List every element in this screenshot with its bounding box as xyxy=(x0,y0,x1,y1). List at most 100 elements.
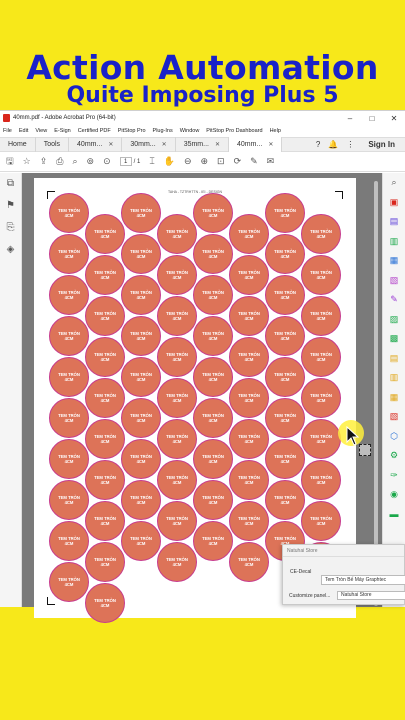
zoom-in-icon[interactable]: ⊕ xyxy=(200,156,208,167)
menu-view[interactable]: View xyxy=(35,128,47,134)
scan-ocr-icon[interactable]: ▩ xyxy=(383,329,405,349)
tab-home[interactable]: Home xyxy=(0,137,36,152)
print-icon[interactable]: ⎙ xyxy=(56,156,63,167)
round-sticker: TEM TRÒN 4CM xyxy=(121,234,161,274)
attachments-icon[interactable]: ⎘ xyxy=(0,217,21,239)
close-icon[interactable]: ✕ xyxy=(162,141,167,148)
tab-doc-1-label: 40mm... xyxy=(77,141,103,148)
tab-doc-4-label: 40mm... xyxy=(237,141,263,148)
search-icon[interactable]: ⌕ xyxy=(383,173,405,193)
round-sticker: TEM TRÒN 4CM xyxy=(193,234,233,274)
apps-icon[interactable]: ⋮ xyxy=(346,140,354,149)
round-sticker: TEM TRÒN 4CM xyxy=(229,255,269,295)
create-pdf-icon[interactable]: ▣ xyxy=(383,193,405,213)
round-sticker: TEM TRÒN 4CM xyxy=(49,193,89,233)
share-icon[interactable]: ✉ xyxy=(267,156,275,167)
edit-pdf-icon[interactable]: ▥ xyxy=(383,232,405,252)
round-sticker: TEM TRÒN 4CM xyxy=(193,480,233,520)
bookmark-star-icon[interactable]: ☆ xyxy=(23,156,31,167)
crop-mark xyxy=(335,191,343,199)
zoom-icon[interactable]: ⌕ xyxy=(73,156,78,167)
menu-pitstop-pro[interactable]: PitStop Pro xyxy=(118,128,146,134)
redact-icon[interactable]: ▬ xyxy=(383,505,405,525)
customize-panel-label[interactable]: Customize panel... xyxy=(289,593,330,599)
menu-file[interactable]: File xyxy=(3,128,12,134)
menu-certified-pdf[interactable]: Certified PDF xyxy=(78,128,111,134)
menu-esign[interactable]: E-Sign xyxy=(54,128,71,134)
round-sticker: TEM TRÒN 4CM xyxy=(157,296,197,336)
menu-help[interactable]: Help xyxy=(270,128,281,134)
prev-page-icon[interactable]: ⊚ xyxy=(87,156,95,167)
preflight-icon[interactable]: ⚙ xyxy=(383,446,405,466)
measure-icon[interactable]: ✑ xyxy=(383,466,405,486)
menu-pitstop-dashboard[interactable]: PitStop Pro Dashboard xyxy=(206,128,262,134)
round-sticker: TEM TRÒN 4CM xyxy=(85,501,125,541)
bookmarks-icon[interactable]: ⚑ xyxy=(0,195,21,217)
round-sticker: TEM TRÒN 4CM xyxy=(157,337,197,377)
round-sticker: TEM TRÒN 4CM xyxy=(121,521,161,561)
customize-panel-field[interactable]: Natuhai Store xyxy=(337,591,405,600)
menu-plugins[interactable]: Plug-Ins xyxy=(153,128,173,134)
print-production-icon[interactable]: ▧ xyxy=(383,407,405,427)
headline-title: Action Automation xyxy=(26,48,379,87)
save-icon[interactable]: 🖫 xyxy=(6,154,14,170)
vertical-scrollbar[interactable] xyxy=(374,181,378,606)
combine-files-icon[interactable]: ▤ xyxy=(383,212,405,232)
round-sticker: TEM TRÒN 4CM xyxy=(265,275,305,315)
close-icon[interactable]: ✕ xyxy=(215,141,220,148)
round-sticker: TEM TRÒN 4CM xyxy=(85,337,125,377)
page-thumbnails-icon[interactable]: ⧉ xyxy=(0,173,21,195)
round-sticker: TEM TRÒN 4CM xyxy=(265,316,305,356)
round-sticker: TEM TRÒN 4CM xyxy=(193,357,233,397)
round-sticker: TEM TRÒN 4CM xyxy=(157,542,197,582)
round-sticker: TEM TRÒN 4CM xyxy=(121,357,161,397)
tab-doc-3[interactable]: 35mm... ✕ xyxy=(176,137,230,152)
close-button[interactable]: ✕ xyxy=(383,114,405,123)
notifications-icon[interactable]: 🔔 xyxy=(328,140,338,149)
layers-icon[interactable]: ◈ xyxy=(0,239,21,261)
page-fit-icon[interactable]: ⊡ xyxy=(217,156,225,167)
comment-icon[interactable]: ▥ xyxy=(383,368,405,388)
action-name-field[interactable]: Tem Tròn Bế Máy Graphtec xyxy=(321,575,405,585)
tab-tools[interactable]: Tools xyxy=(36,137,70,152)
stamp-icon[interactable]: ▦ xyxy=(383,388,405,408)
send-sign-icon[interactable]: ▨ xyxy=(383,310,405,330)
tab-doc-4[interactable]: 40mm... ✕ xyxy=(229,137,283,152)
organize-pages-icon[interactable]: ▧ xyxy=(383,271,405,291)
menu-edit[interactable]: Edit xyxy=(19,128,28,134)
zoom-out-icon[interactable]: ⊖ xyxy=(184,156,192,167)
select-icon[interactable]: ⌶ xyxy=(149,156,154,167)
page-number-input[interactable]: 1 xyxy=(119,157,132,166)
rotate-icon[interactable]: ⟳ xyxy=(234,156,242,167)
compare-icon[interactable]: ◉ xyxy=(383,485,405,505)
close-icon[interactable]: ✕ xyxy=(268,141,273,148)
round-sticker: TEM TRÒN 4CM xyxy=(121,275,161,315)
fill-sign-icon[interactable]: ✎ xyxy=(383,290,405,310)
left-panel: ⧉ ⚑ ⎘ ◈ xyxy=(0,173,22,607)
protect-icon[interactable]: ▤ xyxy=(383,349,405,369)
round-sticker: TEM TRÒN 4CM xyxy=(85,214,125,254)
round-sticker: TEM TRÒN 4CM xyxy=(193,398,233,438)
menu-window[interactable]: Window xyxy=(180,128,200,134)
shield-icon[interactable]: ⬡ xyxy=(383,427,405,447)
close-icon[interactable]: ✕ xyxy=(108,141,113,148)
maximize-button[interactable]: □ xyxy=(361,114,383,123)
upload-icon[interactable]: ⇪ xyxy=(40,156,48,167)
help-icon[interactable]: ? xyxy=(316,140,320,149)
comment-icon[interactable]: ✎ xyxy=(250,156,258,167)
minimize-button[interactable]: – xyxy=(339,114,361,123)
round-sticker: TEM TRÒN 4CM xyxy=(265,234,305,274)
tab-doc-2[interactable]: 30mm... ✕ xyxy=(122,137,176,152)
tab-doc-1[interactable]: 40mm... ✕ xyxy=(69,137,123,152)
right-tools-panel: ⌕ ▣ ▤ ▥ ▦ ▧ ✎ ▨ ▩ ▤ ▥ ▦ ▧ ⬡ ⚙ ✑ ◉ ▬ xyxy=(382,173,405,607)
hand-icon[interactable]: ✋ xyxy=(164,156,175,167)
drag-selection-box xyxy=(359,444,371,456)
round-sticker: TEM TRÒN 4CM xyxy=(265,480,305,520)
round-sticker: TEM TRÒN 4CM xyxy=(193,439,233,479)
next-page-icon[interactable]: ⊙ xyxy=(103,156,111,167)
page-indicator: 1 / 1 xyxy=(119,157,140,166)
round-sticker: TEM TRÒN 4CM xyxy=(157,419,197,459)
window-title: 40mm.pdf - Adobe Acrobat Pro (64-bit) xyxy=(13,115,116,121)
sign-in-button[interactable]: Sign In xyxy=(368,140,395,149)
export-pdf-icon[interactable]: ▦ xyxy=(383,251,405,271)
